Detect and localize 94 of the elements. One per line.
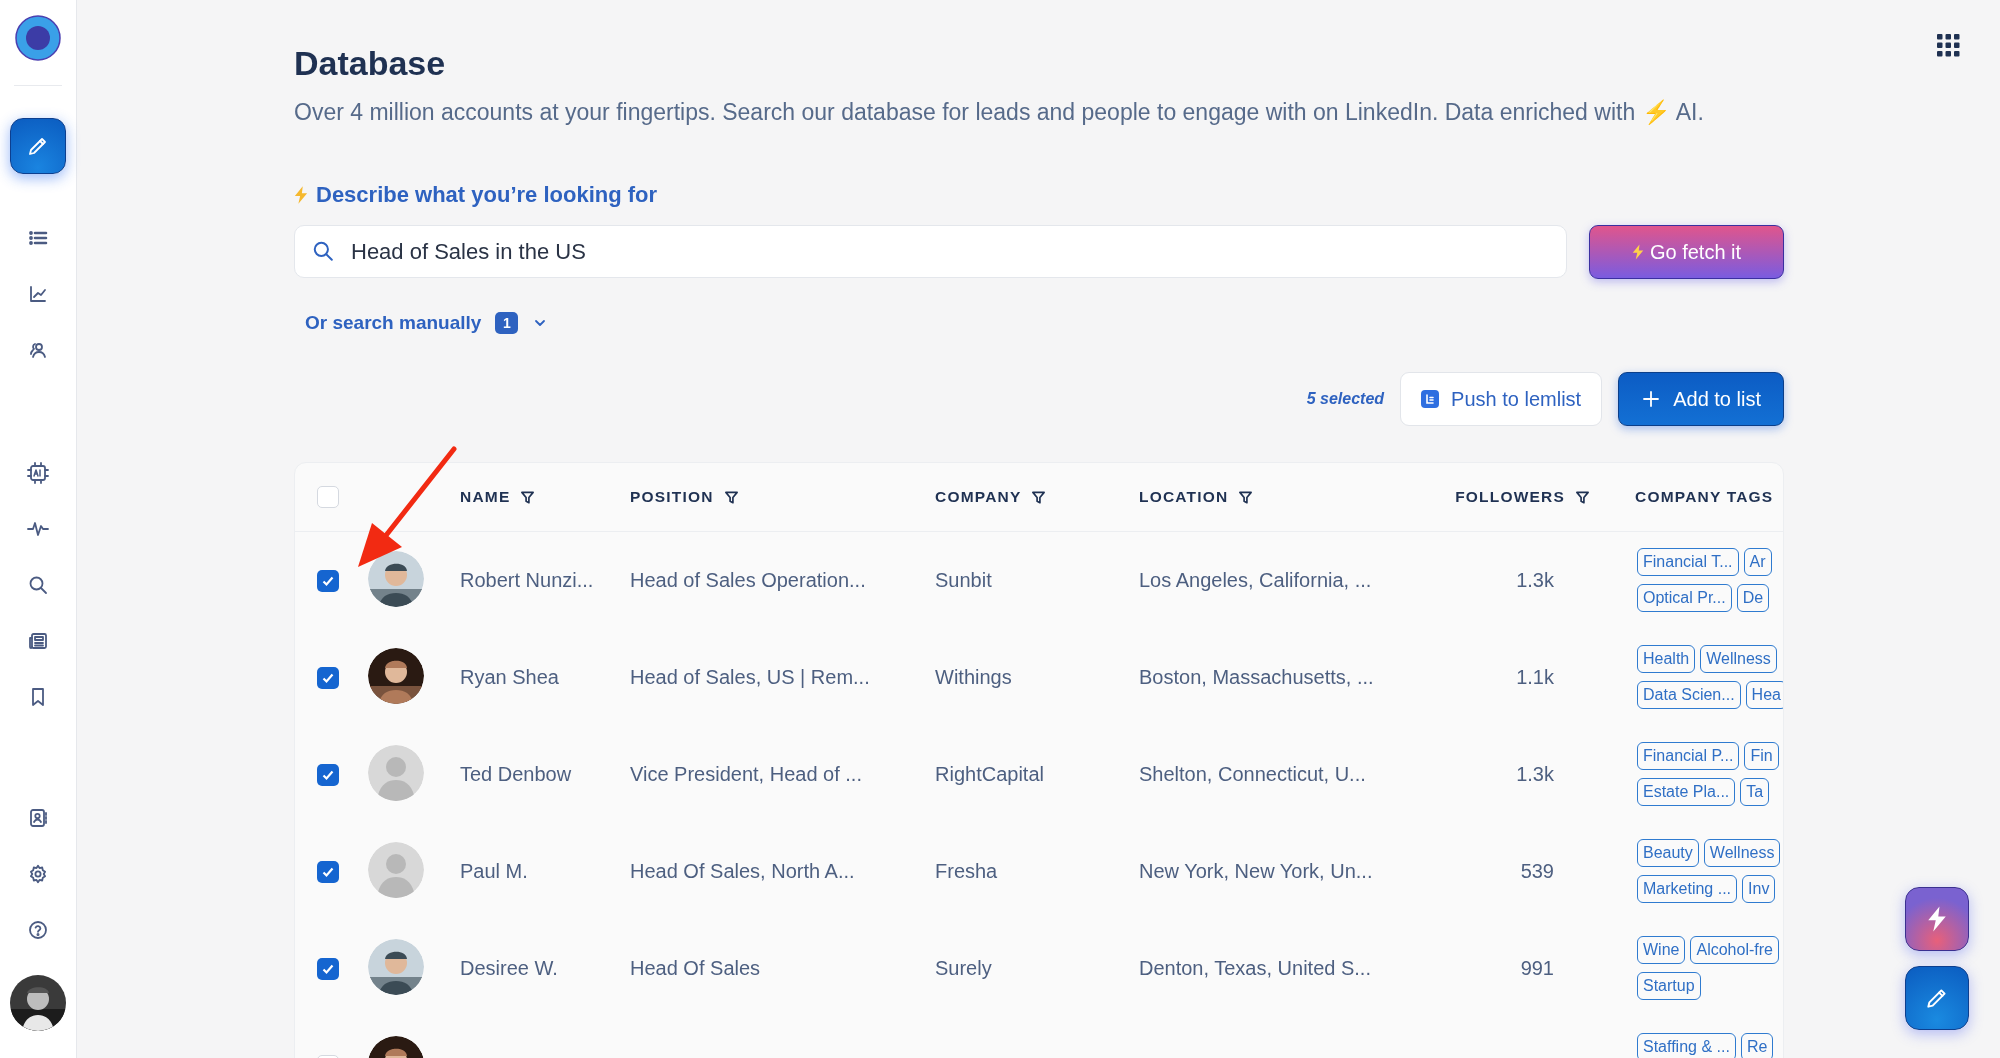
filter-icon[interactable] <box>1238 489 1254 505</box>
compose-button[interactable] <box>10 118 66 174</box>
lightning-icon <box>1927 906 1947 932</box>
lightning-icon <box>1631 244 1644 260</box>
search-icon[interactable] <box>28 575 48 595</box>
row-checkbox[interactable] <box>317 569 339 592</box>
company-tag: Health <box>1637 645 1696 673</box>
column-header[interactable]: COMPANY TAGS <box>1635 488 1774 506</box>
manual-search-toggle[interactable]: Or search manually <box>305 312 482 334</box>
company-tag: Alcohol-fre <box>1690 936 1779 964</box>
company-tag: De <box>1736 584 1770 612</box>
person-name[interactable]: Ryan Shea <box>460 666 559 688</box>
company-tag: Ta <box>1740 778 1770 806</box>
logo-icon[interactable] <box>15 15 61 61</box>
contact-book-icon[interactable] <box>28 808 48 828</box>
search-field[interactable]: Head of Sales in the US <box>294 225 1567 278</box>
company-tag: Hea <box>1745 681 1783 709</box>
settings-icon[interactable] <box>28 864 48 884</box>
column-header[interactable]: NAME <box>460 488 511 506</box>
company-tag: Wellness <box>1700 645 1777 673</box>
job-title: Head of Sales Operation... <box>630 569 866 591</box>
column-header[interactable]: POSITION <box>630 488 714 506</box>
page-description: Over 4 million accounts at your fingertips. Search our database for leads and people to engage with on LinkedIn. Data enriched with ⚡ AI. <box>294 98 1705 127</box>
company-name: Surely <box>935 957 992 979</box>
follower-count: 1.3k <box>1516 763 1554 785</box>
job-title: Head of Sales, US | Rem... <box>630 666 870 688</box>
location-text: New York, New York, Un... <box>1139 860 1373 882</box>
pulse-icon[interactable] <box>27 519 49 539</box>
follower-count: 539 <box>1520 860 1554 882</box>
line-chart-icon[interactable] <box>28 284 48 304</box>
column-header[interactable]: LOCATION <box>1139 488 1229 506</box>
company-name: RightCapital <box>935 763 1044 785</box>
selected-count: 5 selected <box>1306 390 1385 408</box>
company-tag: Re <box>1740 1033 1774 1058</box>
company-tag: Wine <box>1637 936 1686 964</box>
select-all-checkbox[interactable] <box>317 486 339 508</box>
search-icon <box>312 240 334 262</box>
filter-icon[interactable] <box>520 489 536 505</box>
company-tag: Staffing & ... <box>1637 1033 1736 1058</box>
company-tag: Optical Pr... <box>1637 584 1732 612</box>
column-header[interactable]: FOLLOWERS <box>1455 488 1565 506</box>
company-tag: Financial P... <box>1637 742 1740 770</box>
plus-icon <box>1641 389 1662 409</box>
filter-count-badge: 1 <box>495 312 519 334</box>
person-name[interactable]: Desiree W. <box>460 957 558 979</box>
company-tag: Fin <box>1744 742 1779 770</box>
ai-action-button[interactable] <box>1905 887 1969 951</box>
help-icon[interactable] <box>28 920 48 940</box>
filter-icon[interactable] <box>1575 489 1590 505</box>
filter-icon[interactable] <box>1031 489 1047 505</box>
follower-count: 1.3k <box>1516 569 1554 591</box>
company-tag: Startup <box>1637 972 1701 1000</box>
person-name[interactable]: Robert Nunzi... <box>460 569 594 591</box>
company-name: Withings <box>935 666 1012 688</box>
push-button[interactable]: Push to lemlist <box>1400 372 1603 426</box>
follower-count: 991 <box>1520 957 1554 979</box>
company-tag: Wellness <box>1703 839 1781 867</box>
company-tag: Marketing ... <box>1637 875 1738 903</box>
app-logo-icon <box>1421 390 1440 408</box>
location-text: Denton, Texas, United S... <box>1139 957 1371 979</box>
company-tag: Estate Pla... <box>1637 778 1736 806</box>
company-name: Fresha <box>935 860 998 882</box>
ai-chip-icon[interactable] <box>27 462 49 484</box>
person-name[interactable]: Ted Denbow <box>460 763 572 785</box>
person-name[interactable]: Paul M. <box>460 860 528 882</box>
row-checkbox[interactable] <box>317 666 339 689</box>
compose-button[interactable] <box>1905 966 1969 1030</box>
row-checkbox[interactable] <box>317 957 339 980</box>
filter-icon[interactable] <box>723 489 739 505</box>
follower-count: 1.1k <box>1516 666 1554 688</box>
add-to-list-button[interactable]: Add to list <box>1618 372 1784 426</box>
column-header[interactable]: COMPANY <box>935 488 1022 506</box>
company-tag: Inv <box>1742 875 1776 903</box>
fetch-button[interactable]: Go fetch it <box>1589 225 1784 279</box>
row-checkbox[interactable] <box>317 860 339 883</box>
apps-grid-icon[interactable] <box>1936 33 1960 57</box>
location-text: Los Angeles, California, ... <box>1139 569 1372 591</box>
people-icon[interactable] <box>28 340 48 360</box>
company-tag: Beauty <box>1637 839 1699 867</box>
job-title: Vice President, Head of ... <box>630 763 862 785</box>
company-tag: Ar <box>1743 548 1772 576</box>
lightning-icon <box>294 186 308 204</box>
prompt-label: Describe what you’re looking for <box>316 182 658 208</box>
location-text: Boston, Massachusetts, ... <box>1139 666 1374 688</box>
row-checkbox[interactable] <box>317 763 339 786</box>
company-tag: Data Scien... <box>1637 681 1741 709</box>
newspaper-icon[interactable] <box>28 631 48 651</box>
page-title: Database <box>294 43 447 84</box>
location-text: Shelton, Connecticut, U... <box>1139 763 1366 785</box>
company-tag: Financial T... <box>1637 548 1739 576</box>
company-name: Sunbit <box>935 569 992 591</box>
job-title: Head Of Sales <box>630 957 761 979</box>
job-title: Head Of Sales, North A... <box>630 860 855 882</box>
list-icon[interactable] <box>28 228 48 248</box>
